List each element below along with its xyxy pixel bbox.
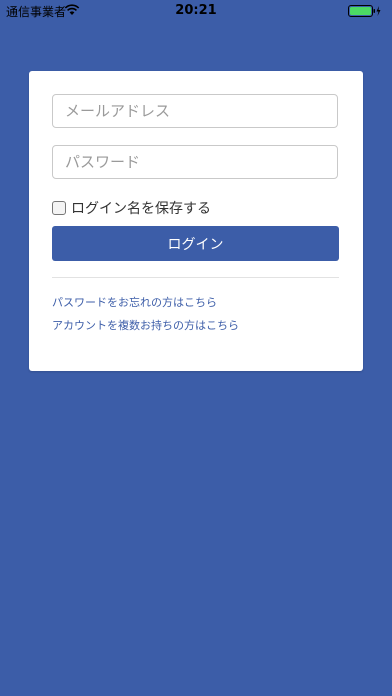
password-field[interactable] <box>52 145 338 179</box>
login-button-label: ログイン <box>167 236 224 253</box>
status-bar: 通信事業者 20:21 <box>0 0 392 22</box>
status-time: 20:21 <box>175 3 217 18</box>
remember-login-option[interactable]: ログイン名を保存する <box>52 199 211 217</box>
forgot-password-link[interactable]: パスワードをお忘れの方はこちら <box>52 294 217 310</box>
email-field[interactable] <box>52 94 338 128</box>
login-button[interactable]: ログイン <box>52 226 339 261</box>
remember-login-label: ログイン名を保存する <box>71 201 211 217</box>
multiple-accounts-link[interactable]: アカウントを複数お持ちの方はこちら <box>52 317 239 333</box>
login-card: ログイン名を保存する ログイン パスワードをお忘れの方はこちら アカウントを複数… <box>29 71 363 371</box>
battery-charging-icon <box>348 5 381 17</box>
remember-login-checkbox[interactable] <box>52 201 66 215</box>
divider <box>52 277 339 278</box>
